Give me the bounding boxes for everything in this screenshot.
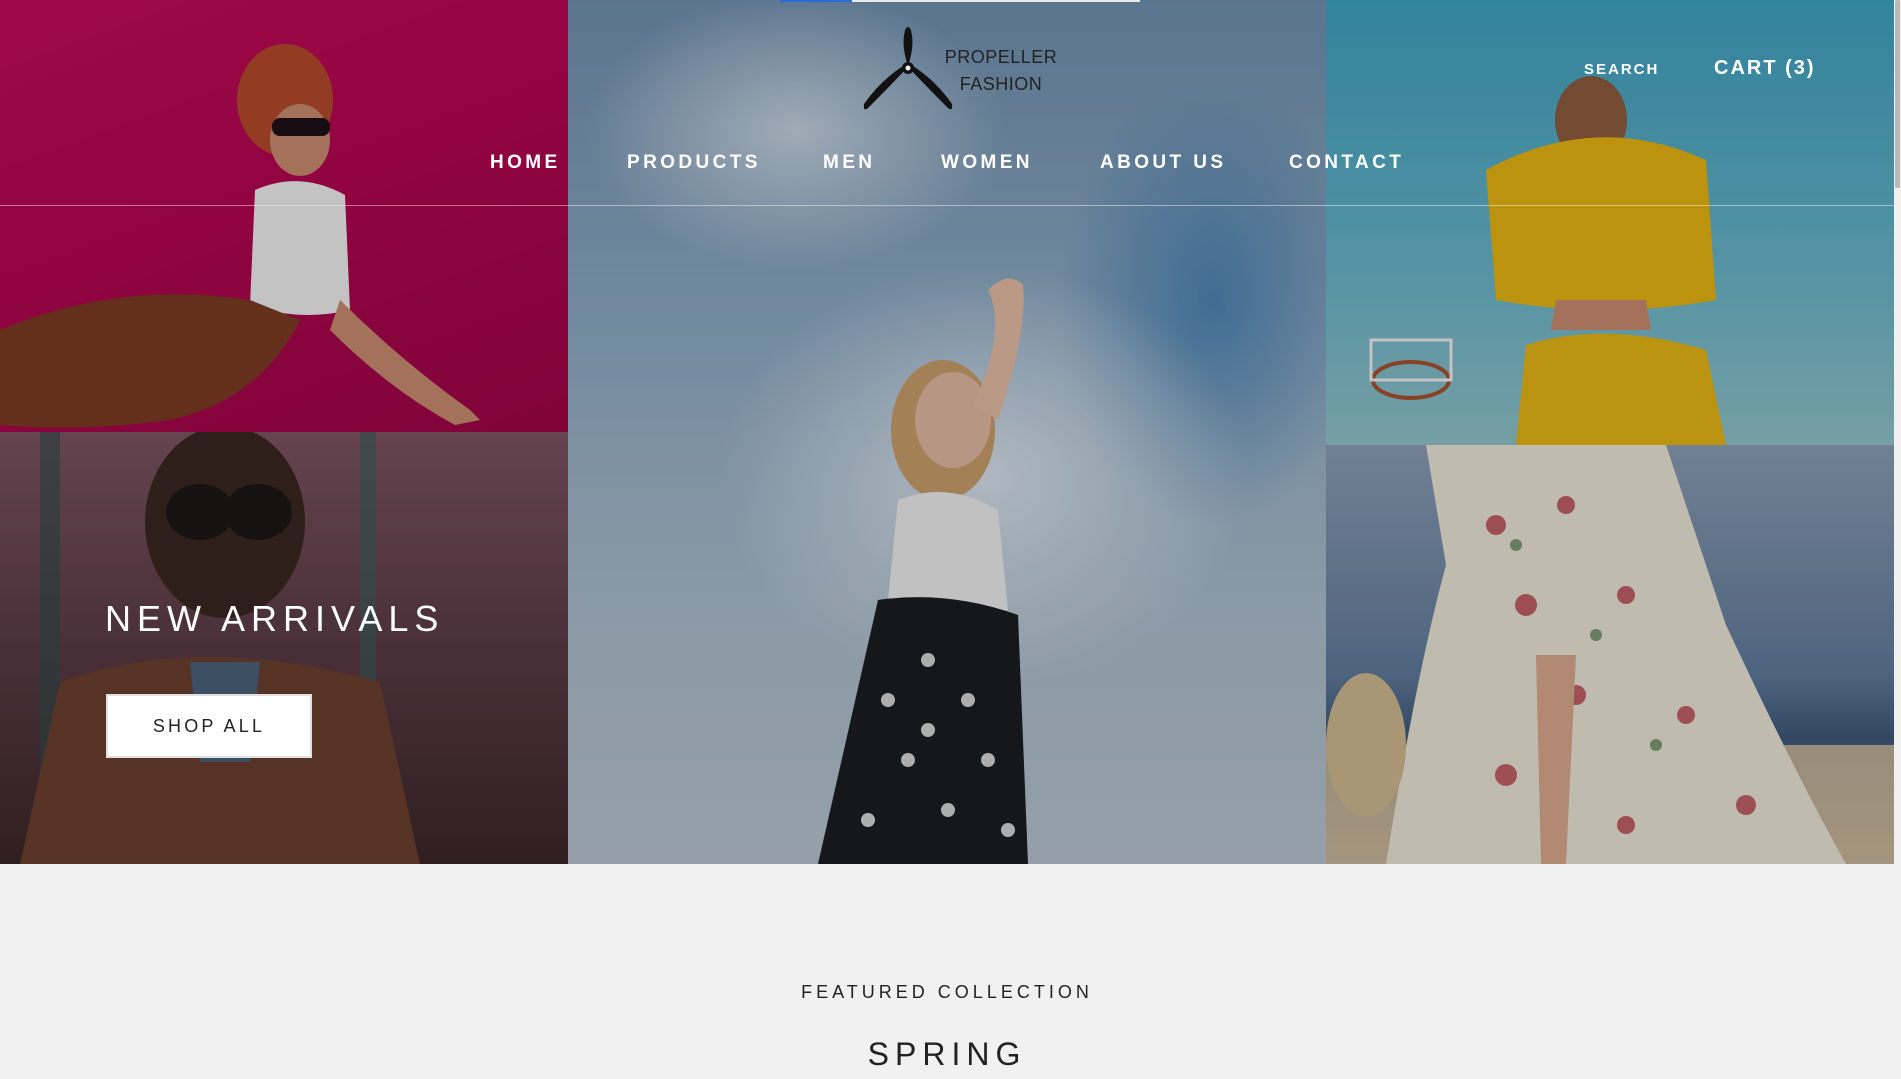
page-load-progress-fill [780, 0, 852, 2]
nav-item-home[interactable]: HOME [490, 152, 561, 174]
nav-item-products[interactable]: PRODUCTS [627, 152, 761, 174]
tile-shade [0, 0, 568, 432]
featured-collection-title: SPRING [867, 1036, 1027, 1072]
tile-shade [568, 0, 1326, 864]
hero-title: NEW ARRIVALS [105, 598, 445, 639]
man-in-sunglasses-photo [0, 432, 568, 864]
brand-name: PROPELLER FASHION [936, 44, 1066, 98]
nav-item-men[interactable]: MEN [823, 152, 875, 174]
brand-logo[interactable]: PROPELLER FASHION [860, 26, 1060, 112]
brand-name-line1: PROPELLER [944, 47, 1058, 67]
nav-divider [0, 205, 1894, 206]
nav-item-about-us[interactable]: ABOUT US [1100, 152, 1226, 174]
cart-link[interactable]: CART (3) [1714, 57, 1816, 80]
brand-name-line2: FASHION [959, 74, 1043, 94]
woman-in-floral-dress-photo [1326, 445, 1894, 864]
woman-in-pink-studio-photo [0, 0, 568, 432]
page-scrollbar[interactable] [1894, 0, 1901, 1079]
woman-against-clouds-photo [568, 0, 1326, 864]
tile-shade [1326, 445, 1894, 864]
nav-item-contact[interactable]: CONTACT [1289, 152, 1404, 174]
page: PROPELLER FASHION SEARCH CART (3) HOME P… [0, 0, 1901, 1079]
main-nav: HOME PRODUCTS MEN WOMEN ABOUT US CONTACT [0, 152, 1894, 176]
hero-banner: PROPELLER FASHION SEARCH CART (3) HOME P… [0, 0, 1894, 864]
page-load-progress [780, 0, 1140, 2]
shop-all-button[interactable]: SHOP ALL [106, 694, 312, 758]
nav-item-women[interactable]: WOMEN [941, 152, 1033, 174]
page-scrollbar-thumb[interactable] [1895, 0, 1900, 188]
featured-collection-eyebrow: FEATURED COLLECTION [801, 982, 1093, 1002]
search-link[interactable]: SEARCH [1584, 61, 1659, 78]
tile-shade [0, 432, 568, 864]
